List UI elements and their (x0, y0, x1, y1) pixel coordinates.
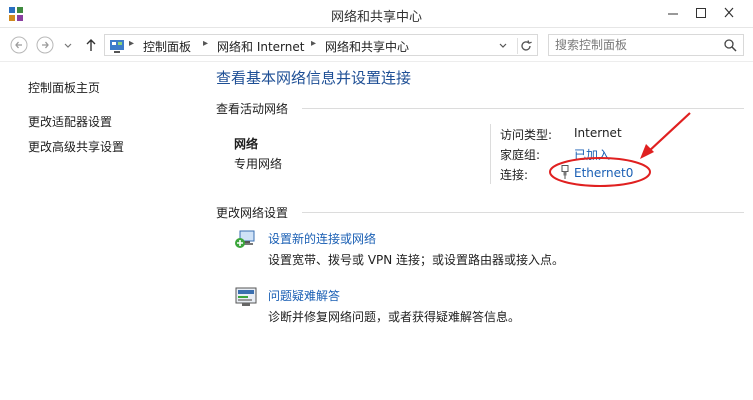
connection-label: 连接: (500, 168, 529, 182)
page-title: 查看基本网络信息并设置连接 (216, 69, 412, 87)
minimize-button[interactable] (662, 4, 684, 22)
refresh-button[interactable] (517, 38, 533, 54)
search-icon[interactable] (723, 38, 737, 52)
up-button[interactable] (82, 36, 100, 54)
window-title: 网络和共享中心 (330, 10, 422, 25)
search-input[interactable] (555, 37, 715, 53)
search-box[interactable] (548, 34, 744, 56)
sidebar-item-change-adapter-settings[interactable]: 更改适配器设置 (28, 113, 112, 130)
new-connection-icon (234, 228, 258, 250)
annotation-arrow-line (647, 112, 691, 153)
breadcrumb-network-internet[interactable]: 网络和 Internet (217, 38, 304, 55)
sidebar-item-change-advanced-sharing[interactable]: 更改高级共享设置 (28, 138, 124, 155)
breadcrumb-control-panel[interactable]: 控制面板 (143, 38, 191, 55)
section-divider (302, 108, 744, 109)
address-bar[interactable]: ▸ 控制面板 ▸ 网络和 Internet ▸ 网络和共享中心 (104, 34, 538, 56)
title-bar: 网络和共享中心 (0, 0, 753, 28)
ethernet-icon[interactable] (560, 165, 570, 179)
setup-new-connection-link[interactable]: 设置新的连接或网络 (268, 230, 376, 247)
control-panel-icon (109, 38, 125, 54)
sidebar-item-control-panel-home[interactable]: 控制面板主页 (28, 79, 100, 96)
breadcrumb-separator: ▸ (129, 38, 135, 49)
breadcrumb-separator: ▸ (203, 38, 209, 49)
annotation-arrow-head (640, 144, 654, 159)
back-button[interactable] (10, 36, 28, 54)
change-settings-heading: 更改网络设置 (216, 206, 289, 220)
active-networks-heading: 查看活动网络 (216, 102, 289, 116)
network-name: 网络 (234, 137, 259, 151)
breadcrumb-separator: ▸ (311, 38, 317, 49)
troubleshoot-description: 诊断并修复网络问题，或者获得疑难解答信息。 (268, 310, 521, 324)
breadcrumb-network-sharing-center[interactable]: 网络和共享中心 (325, 38, 409, 55)
access-type-label: 访问类型: (500, 128, 553, 142)
setup-new-connection-description: 设置宽带、拨号或 VPN 连接；或设置路由器或接入点。 (268, 253, 565, 267)
address-dropdown[interactable] (497, 40, 509, 52)
network-info-divider (490, 124, 491, 184)
close-button[interactable] (718, 4, 740, 22)
ethernet-connection-link[interactable]: Ethernet0 (574, 166, 633, 180)
recent-locations-dropdown[interactable] (62, 36, 74, 54)
network-category: 专用网络 (234, 157, 283, 171)
troubleshoot-link[interactable]: 问题疑难解答 (268, 287, 340, 304)
maximize-button[interactable] (690, 4, 712, 22)
section-divider (302, 212, 744, 213)
forward-button[interactable] (36, 36, 54, 54)
navigation-bar: ▸ 控制面板 ▸ 网络和 Internet ▸ 网络和共享中心 (0, 28, 753, 62)
troubleshoot-icon (234, 286, 258, 308)
access-type-value: Internet (574, 126, 622, 140)
homegroup-label: 家庭组: (500, 148, 541, 162)
homegroup-link[interactable]: 已加入 (574, 146, 610, 163)
